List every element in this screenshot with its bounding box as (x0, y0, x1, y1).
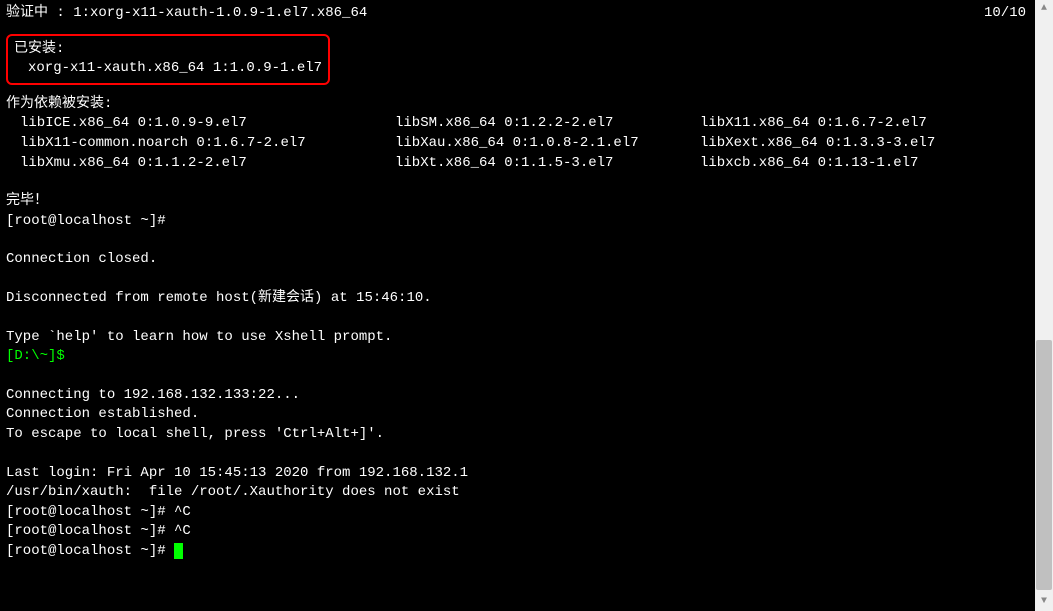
dep-cell: libX11.x86_64 0:1.6.7-2.el7 (700, 114, 1000, 134)
prompt-ctrlc: [root@localhost ~]# ^C (6, 522, 1024, 542)
last-login-line: Last login: Fri Apr 10 15:45:13 2020 fro… (6, 464, 1024, 484)
scroll-down-button[interactable]: ▼ (1035, 593, 1053, 611)
prompt-ctrlc: [root@localhost ~]# ^C (6, 503, 1024, 523)
dep-row: libICE.x86_64 0:1.0.9-9.el7 libSM.x86_64… (6, 114, 1024, 134)
dep-cell: libXau.x86_64 0:1.0.8-2.1.el7 (395, 134, 700, 154)
escape-line: To escape to local shell, press 'Ctrl+Al… (6, 425, 1024, 445)
connection-closed: Connection closed. (6, 250, 1024, 270)
dep-cell: libICE.x86_64 0:1.0.9-9.el7 (20, 114, 395, 134)
prompt-text: [root@localhost ~]# (6, 543, 174, 559)
cursor-block (174, 543, 183, 559)
dep-cell: libXt.x86_64 0:1.1.5-3.el7 (395, 154, 700, 174)
dep-cell: libxcb.x86_64 0:1.13-1.el7 (700, 154, 1000, 174)
local-prompt: [D:\~]$ (6, 347, 1024, 367)
dep-cell: libX11-common.noarch 0:1.6.7-2.el7 (20, 134, 395, 154)
scrollbar-thumb[interactable] (1036, 340, 1052, 590)
installed-highlight-box: 已安装: xorg-x11-xauth.x86_64 1:1.0.9-1.el7 (6, 34, 330, 85)
active-prompt-line[interactable]: [root@localhost ~]# (6, 542, 1024, 562)
dep-row: libX11-common.noarch 0:1.6.7-2.el7 libXa… (6, 134, 1024, 154)
terminal-output[interactable]: 验证中 : 1:xorg-x11-xauth-1.0.9-1.el7.x86_6… (0, 0, 1030, 611)
dep-cell: libXmu.x86_64 0:1.1.2-2.el7 (20, 154, 395, 174)
dep-cell: libXext.x86_64 0:1.3.3-3.el7 (700, 134, 1000, 154)
xauth-line: /usr/bin/xauth: file /root/.Xauthority d… (6, 483, 1024, 503)
help-line: Type `help' to learn how to use Xshell p… (6, 328, 1024, 348)
verify-count: 10/10 (984, 4, 1026, 24)
deps-header: 作为依赖被安装: (6, 95, 1024, 115)
verify-line: 验证中 : 1:xorg-x11-xauth-1.0.9-1.el7.x86_6… (6, 4, 1026, 24)
disconnected-line: Disconnected from remote host(新建会话) at 1… (6, 289, 1024, 309)
installed-package: xorg-x11-xauth.x86_64 1:1.0.9-1.el7 (14, 59, 322, 79)
dep-row: libXmu.x86_64 0:1.1.2-2.el7 libXt.x86_64… (6, 154, 1024, 174)
connecting-line: Connecting to 192.168.132.133:22... (6, 386, 1024, 406)
connection-established: Connection established. (6, 405, 1024, 425)
scroll-up-button[interactable]: ▲ (1035, 0, 1053, 18)
scrollbar-track[interactable]: ▲ ▼ (1035, 0, 1053, 611)
installed-header: 已安装: (14, 40, 322, 60)
dep-cell: libSM.x86_64 0:1.2.2-2.el7 (395, 114, 700, 134)
verify-text: 验证中 : 1:xorg-x11-xauth-1.0.9-1.el7.x86_6… (6, 4, 367, 24)
prompt-line: [root@localhost ~]# (6, 212, 1024, 232)
done-line: 完毕！ (6, 192, 1024, 212)
